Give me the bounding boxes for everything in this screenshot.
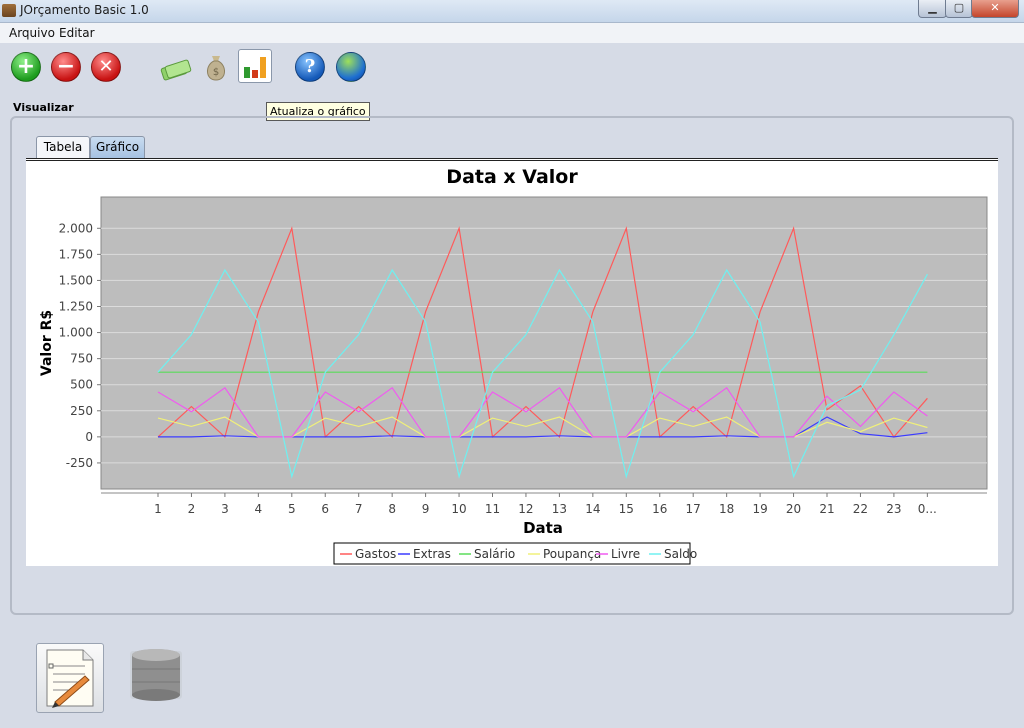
- refresh-chart-button[interactable]: [238, 49, 272, 83]
- x-tick-label: 7: [355, 502, 363, 516]
- y-tick-label: 500: [70, 378, 93, 392]
- x-tick-label: 1: [154, 502, 162, 516]
- legend-label: Salário: [474, 547, 515, 561]
- x-tick-label: 15: [619, 502, 634, 516]
- legend-label: Gastos: [355, 547, 396, 561]
- legend-label: Saldo: [664, 547, 697, 561]
- delete-icon[interactable]: ✕: [91, 52, 121, 82]
- chart-title: Data x Valor: [446, 166, 578, 188]
- x-tick-label: 11: [485, 502, 500, 516]
- title-bar: JOrçamento Basic 1.0 ▁ ▢ ✕: [0, 0, 1024, 23]
- maximize-button[interactable]: ▢: [945, 0, 973, 18]
- legend-label: Livre: [611, 547, 640, 561]
- x-tick-label: 5: [288, 502, 296, 516]
- help-icon[interactable]: ?: [295, 52, 325, 82]
- y-axis-label: Valor R$: [39, 310, 55, 376]
- edit-budget-button[interactable]: [36, 643, 104, 713]
- database-button[interactable]: [124, 643, 188, 705]
- x-tick-label: 20: [786, 502, 801, 516]
- line-chart: Data x Valor2.0001.7501.5001.2501.000750…: [39, 166, 988, 565]
- y-tick-label: 1.500: [59, 273, 93, 287]
- svg-text:$: $: [213, 67, 219, 78]
- x-tick-label: 2: [188, 502, 196, 516]
- x-tick-label: 19: [752, 502, 767, 516]
- x-tick-label: 0...: [918, 502, 937, 516]
- remove-icon[interactable]: −: [51, 52, 81, 82]
- x-tick-label: 3: [221, 502, 229, 516]
- x-tick-label: 10: [451, 502, 466, 516]
- menu-editar[interactable]: Editar: [59, 26, 95, 40]
- view-section-label: Visualizar: [13, 101, 74, 114]
- menu-bar: Arquivo Editar: [0, 23, 1024, 43]
- x-tick-label: 22: [853, 502, 868, 516]
- document-edit-icon: [46, 649, 94, 708]
- x-tick-label: 14: [585, 502, 600, 516]
- legend-label: Extras: [413, 547, 451, 561]
- legend-label: Poupança: [543, 547, 601, 561]
- window-title: JOrçamento Basic 1.0: [20, 3, 149, 17]
- money-bag-icon[interactable]: $: [203, 52, 229, 82]
- y-tick-label: -250: [66, 456, 93, 470]
- y-tick-label: 1.750: [59, 247, 93, 261]
- y-tick-label: 250: [70, 404, 93, 418]
- y-tick-label: 0: [85, 430, 93, 444]
- x-tick-label: 16: [652, 502, 667, 516]
- chart-area: Data x Valor 2.000 1.750 1.500 1.250 1.000 750…: [26, 161, 998, 566]
- y-tick-label: 1.250: [59, 300, 93, 314]
- x-tick-label: 13: [552, 502, 567, 516]
- x-tick-label: 8: [388, 502, 396, 516]
- money-icon[interactable]: [160, 55, 192, 81]
- y-tick-label: 2.000: [59, 221, 93, 235]
- plot-background: [100, 196, 988, 490]
- toolbar: [0, 44, 1024, 94]
- bar-chart-icon: [244, 57, 266, 78]
- x-tick-label: 4: [255, 502, 263, 516]
- x-tick-label: 23: [886, 502, 901, 516]
- x-axis-label: Data: [523, 519, 563, 537]
- x-tick-label: 6: [321, 502, 329, 516]
- x-tick-label: 12: [518, 502, 533, 516]
- tab-grafico[interactable]: Gráfico: [90, 136, 145, 158]
- minimize-button[interactable]: ▁: [918, 0, 947, 18]
- close-window-button[interactable]: ✕: [971, 0, 1019, 18]
- y-tick-label: 1.000: [59, 326, 93, 340]
- tab-tabela[interactable]: Tabela: [36, 136, 90, 158]
- x-tick-label: 21: [819, 502, 834, 516]
- x-tick-label: 18: [719, 502, 734, 516]
- app-icon: [2, 4, 16, 17]
- database-icon: [130, 649, 182, 701]
- add-icon[interactable]: +: [11, 52, 41, 82]
- globe-icon[interactable]: [336, 52, 366, 82]
- x-tick-label: 17: [686, 502, 701, 516]
- menu-arquivo[interactable]: Arquivo: [9, 26, 55, 40]
- x-tick-label: 9: [422, 502, 430, 516]
- y-tick-label: 750: [70, 352, 93, 366]
